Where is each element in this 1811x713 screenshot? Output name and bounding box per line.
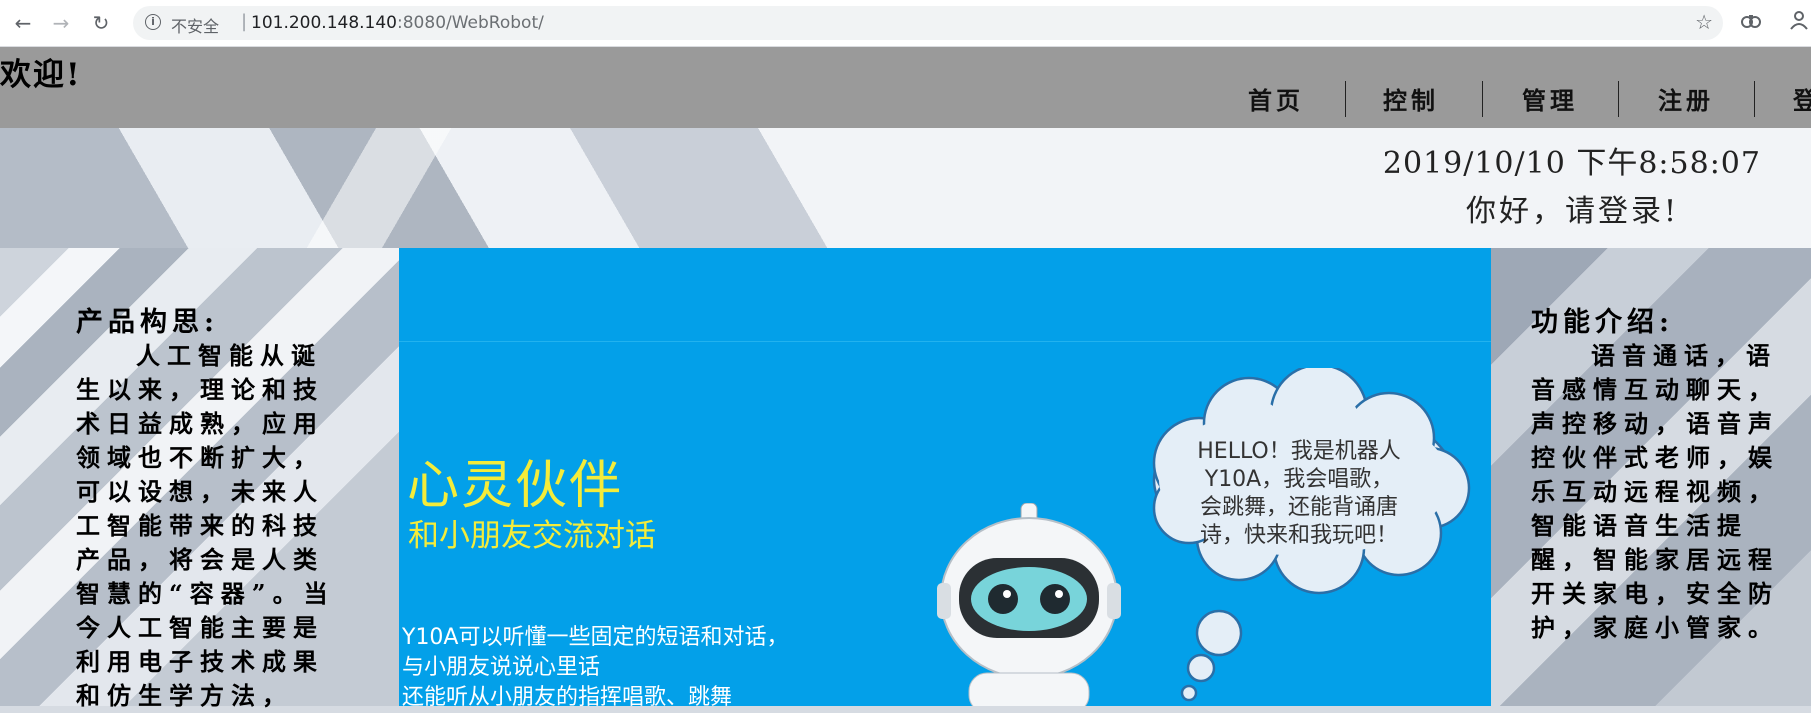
speech-bubble-text: HELLO！我是机器人 Y10A，我会唱歌， 会跳舞，还能背诵唐 诗，快来和我玩… — [1179, 438, 1419, 550]
features-title: 功能介绍: — [1531, 307, 1674, 338]
extension-icon[interactable] — [1740, 12, 1762, 32]
nav-item-register[interactable]: 注册 — [1658, 81, 1714, 116]
address-bar[interactable]: i 不安全 | 101.200.148.140:8080/WebRobot/ ☆ — [133, 6, 1723, 40]
bubble-line: HELLO！我是机器人 — [1197, 439, 1401, 464]
banner: 2019/10/10 下午8:58:07 你好，请登录! — [0, 128, 1811, 248]
browser-toolbar: ← → ↻ i 不安全 | 101.200.148.140:8080/WebRo… — [0, 0, 1811, 47]
product-concept-text: 人工智能从诞生以来，理论和技术日益成熟，应用领域也不断扩大，可以设想，未来人工智… — [76, 341, 335, 710]
nav-item-control[interactable]: 控制 — [1383, 81, 1439, 116]
back-arrow-icon[interactable]: ← — [10, 10, 36, 36]
nav-item-login[interactable]: 登 — [1793, 81, 1811, 116]
nav-divider — [1754, 81, 1755, 117]
description-line: 与小朋友说说心里话 — [402, 655, 601, 680]
description-line: Y10A可以听懂一些固定的短语和对话， — [402, 625, 789, 650]
nav-item-manage[interactable]: 管理 — [1522, 81, 1578, 116]
insecure-label[interactable]: 不安全 — [171, 13, 219, 37]
nav-item-home[interactable]: 首页 — [1248, 81, 1304, 116]
right-panel: 功能介绍: 语音通话，语音感情互动聊天，声控移动，语音声控伙伴式老师，娱乐互动远… — [1491, 248, 1811, 706]
bubble-line: 诗，快来和我玩吧！ — [1199, 523, 1398, 548]
welcome-text: 欢迎! — [0, 57, 82, 93]
slogan-subtitle: 和小朋友交流对话 — [408, 518, 656, 554]
info-icon[interactable]: i — [145, 14, 161, 30]
nav-divider — [1482, 81, 1483, 117]
forward-arrow-icon[interactable]: → — [48, 10, 74, 36]
robot-illustration — [937, 503, 1121, 706]
product-description: Y10A可以听懂一些固定的短语和对话， 与小朋友说说心里话 还能听从小朋友的指挥… — [402, 623, 788, 706]
url-text[interactable]: 101.200.148.140:8080/WebRobot/ — [251, 13, 544, 33]
profile-icon[interactable] — [1790, 10, 1808, 35]
left-panel: 产品构思: 人工智能从诞生以来，理论和技术日益成熟，应用领域也不断扩大，可以设想… — [0, 248, 399, 710]
product-concept-title: 产品构思: — [76, 307, 219, 338]
nav-divider — [1345, 81, 1346, 117]
login-prompt: 你好，请登录! — [1466, 194, 1680, 229]
page-header: 欢迎! 首页 控制 管理 注册 登 — [0, 47, 1811, 128]
product-banner: 心灵伙伴 和小朋友交流对话 Y10A可以听懂一些固定的短语和对话， 与小朋友说说… — [399, 248, 1491, 706]
reload-icon[interactable]: ↻ — [88, 10, 114, 36]
bubble-line: 会跳舞，还能背诵唐 — [1199, 495, 1398, 520]
features-text: 语音通话，语音感情互动聊天，声控移动，语音声控伙伴式老师，娱乐互动远程视频，智能… — [1531, 341, 1779, 642]
url-port-path: :8080/WebRobot/ — [397, 13, 544, 33]
bubble-line: Y10A，我会唱歌， — [1204, 467, 1394, 492]
bookmark-star-icon[interactable]: ☆ — [1695, 10, 1713, 34]
slogan-title: 心灵伙伴 — [407, 456, 624, 516]
nav-divider — [1618, 81, 1619, 117]
divider — [399, 341, 1491, 342]
url-host: 101.200.148.140 — [251, 13, 398, 33]
url-separator: | — [241, 11, 248, 32]
description-line: 还能听从小朋友的指挥唱歌、跳舞 — [402, 685, 733, 706]
datetime-display: 2019/10/10 下午8:58:07 — [1382, 146, 1761, 181]
